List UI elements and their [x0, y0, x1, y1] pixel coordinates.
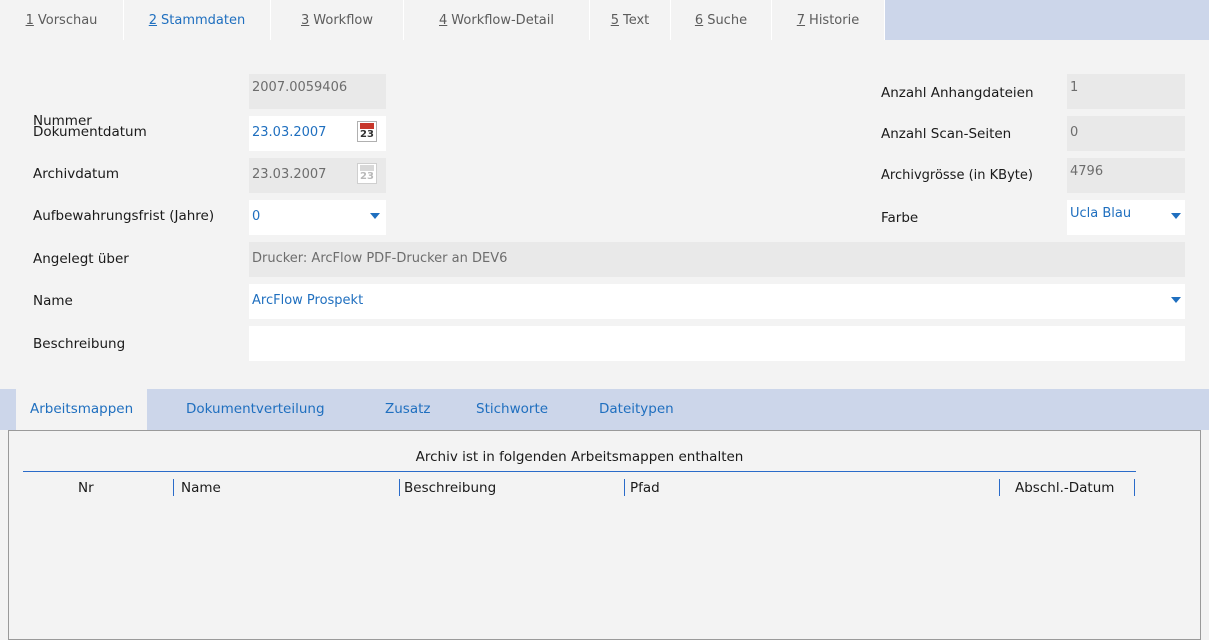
tab-label: Workflow	[313, 12, 373, 28]
name-value: ArcFlow Prospekt	[252, 293, 364, 308]
archivgroesse-value: 4796	[1070, 164, 1104, 179]
farbe-label: Farbe	[881, 210, 919, 226]
column-separator[interactable]	[399, 479, 400, 496]
tab-stichworte[interactable]: Stichworte	[476, 389, 548, 430]
tab-arbeitsmappen[interactable]: Arbeitsmappen	[16, 389, 148, 430]
nummer-value: 2007.0059406	[252, 80, 348, 95]
column-header-abschl-datum[interactable]: Abschl.-Datum	[1015, 478, 1114, 498]
tab-label: Text	[622, 12, 650, 28]
tab-dokumentverteilung[interactable]: Dokumentverteilung	[186, 389, 325, 430]
tab-vorschau[interactable]: 1 Vorschau	[0, 0, 124, 40]
aufbewahrungsfrist-label: Aufbewahrungsfrist (Jahre)	[33, 208, 215, 224]
dokumentdatum-value: 23.03.2007	[252, 125, 327, 140]
column-separator[interactable]	[624, 479, 625, 496]
calendar-icon[interactable]: 23	[357, 121, 377, 142]
tab-number: 1	[25, 12, 34, 28]
tab-suche[interactable]: 6 Suche	[671, 0, 772, 40]
table-header-divider	[23, 471, 1136, 472]
tab-number: 5	[610, 12, 619, 28]
column-separator[interactable]	[1134, 479, 1135, 496]
archivgroesse-field: 4796	[1067, 158, 1185, 193]
aufbewahrungsfrist-select[interactable]: 0	[249, 200, 386, 235]
tab-label: Historie	[809, 12, 860, 28]
tab-workflow[interactable]: 3 Workflow	[271, 0, 404, 40]
column-header-name[interactable]: Name	[181, 478, 221, 498]
calendar-day: 23	[360, 171, 374, 182]
tab-number: 7	[796, 12, 806, 28]
column-header-nr[interactable]: Nr	[78, 478, 94, 498]
tab-zusatz[interactable]: Zusatz	[385, 389, 431, 430]
tab-text[interactable]: 5 Text	[590, 0, 671, 40]
angelegt-ueber-field: Drucker: ArcFlow PDF-Drucker an DEV6	[249, 242, 1185, 277]
tab-label: Suche	[707, 12, 748, 28]
anzahl-scan-seiten-value: 0	[1070, 125, 1079, 140]
chevron-down-icon[interactable]	[1171, 213, 1181, 219]
dokumentdatum-label: Dokumentdatum	[33, 124, 147, 140]
column-header-beschreibung[interactable]: Beschreibung	[404, 478, 496, 498]
calendar-icon: 23	[357, 163, 377, 184]
tab-label: Stammdaten	[161, 12, 246, 28]
tab-number: 6	[694, 12, 704, 28]
chevron-down-icon[interactable]	[370, 213, 380, 219]
chevron-down-icon[interactable]	[1171, 297, 1181, 303]
tab-dateitypen[interactable]: Dateitypen	[599, 389, 674, 430]
column-separator[interactable]	[173, 479, 174, 496]
column-header-pfad[interactable]: Pfad	[630, 478, 660, 498]
tab-number: 2	[148, 12, 158, 28]
calendar-day: 23	[360, 129, 374, 140]
beschreibung-field[interactable]	[249, 326, 1185, 361]
tab-label: Workflow-Detail	[451, 12, 554, 28]
nummer-field: 2007.0059406	[249, 74, 386, 109]
anzahl-anhangdateien-field: 1	[1067, 74, 1185, 109]
angelegt-ueber-value: Drucker: ArcFlow PDF-Drucker an DEV6	[252, 251, 508, 266]
tab-number: 4	[439, 12, 448, 28]
tab-label: Vorschau	[37, 12, 98, 28]
tab-historie[interactable]: 7 Historie	[772, 0, 885, 40]
archivdatum-label: Archivdatum	[33, 166, 120, 182]
anzahl-anhangdateien-label: Anzahl Anhangdateien	[881, 85, 1034, 101]
anzahl-scan-seiten-field: 0	[1067, 116, 1185, 151]
name-select[interactable]: ArcFlow Prospekt	[249, 284, 1185, 319]
archivdatum-value: 23.03.2007	[252, 167, 327, 182]
beschreibung-label: Beschreibung	[33, 336, 126, 352]
anzahl-anhangdateien-value: 1	[1070, 80, 1079, 95]
tab-workflow-detail[interactable]: 4 Workflow-Detail	[404, 0, 590, 40]
angelegt-ueber-label: Angelegt über	[33, 251, 129, 267]
tab-number: 3	[301, 12, 310, 28]
anzahl-scan-seiten-label: Anzahl Scan-Seiten	[881, 126, 1012, 142]
name-label: Name	[33, 293, 73, 309]
column-separator[interactable]	[999, 479, 1000, 496]
tab-stammdaten[interactable]: 2 Stammdaten	[124, 0, 271, 40]
archivgroesse-label: Archivgrösse (in KByte)	[881, 168, 1033, 183]
farbe-value: Ucla Blau	[1070, 206, 1132, 221]
farbe-select[interactable]: Ucla Blau	[1067, 200, 1185, 235]
aufbewahrungsfrist-value: 0	[252, 209, 261, 224]
table-caption: Archiv ist in folgenden Arbeitsmappen en…	[415, 449, 744, 465]
